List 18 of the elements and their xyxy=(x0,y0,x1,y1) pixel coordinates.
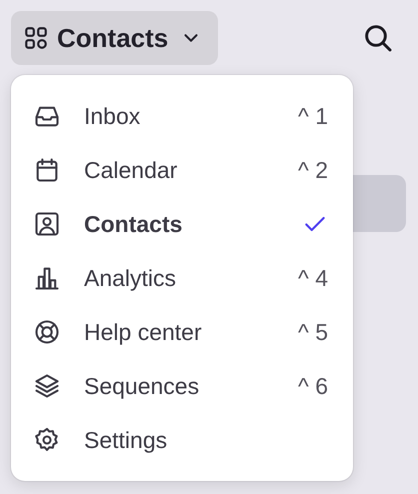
layers-icon xyxy=(33,372,61,400)
menu-item[interactable]: Sequences ^ 6 xyxy=(11,359,353,413)
contact-card-icon xyxy=(33,210,61,238)
shortcut-label: ^ 4 xyxy=(298,264,328,292)
lifebuoy-icon xyxy=(33,318,61,346)
menu-item[interactable]: Calendar ^ 2 xyxy=(11,143,353,197)
menu-item[interactable]: Inbox ^ 1 xyxy=(11,89,353,143)
menu-item[interactable]: Analytics ^ 4 xyxy=(11,251,353,305)
shortcut-label: ^ 5 xyxy=(298,318,328,346)
workspace-switcher-button[interactable]: Contacts xyxy=(11,11,218,65)
menu-item[interactable]: Settings xyxy=(11,413,353,467)
menu-item[interactable]: Help center ^ 5 xyxy=(11,305,353,359)
shortcut-label: ^ 2 xyxy=(298,156,328,184)
shortcut-label: ^ 6 xyxy=(298,372,328,400)
menu-item[interactable]: Contacts xyxy=(11,197,353,251)
shortcut-label: ^ 1 xyxy=(298,102,328,130)
apps-grid-icon xyxy=(23,25,49,51)
search-icon[interactable] xyxy=(362,22,394,54)
